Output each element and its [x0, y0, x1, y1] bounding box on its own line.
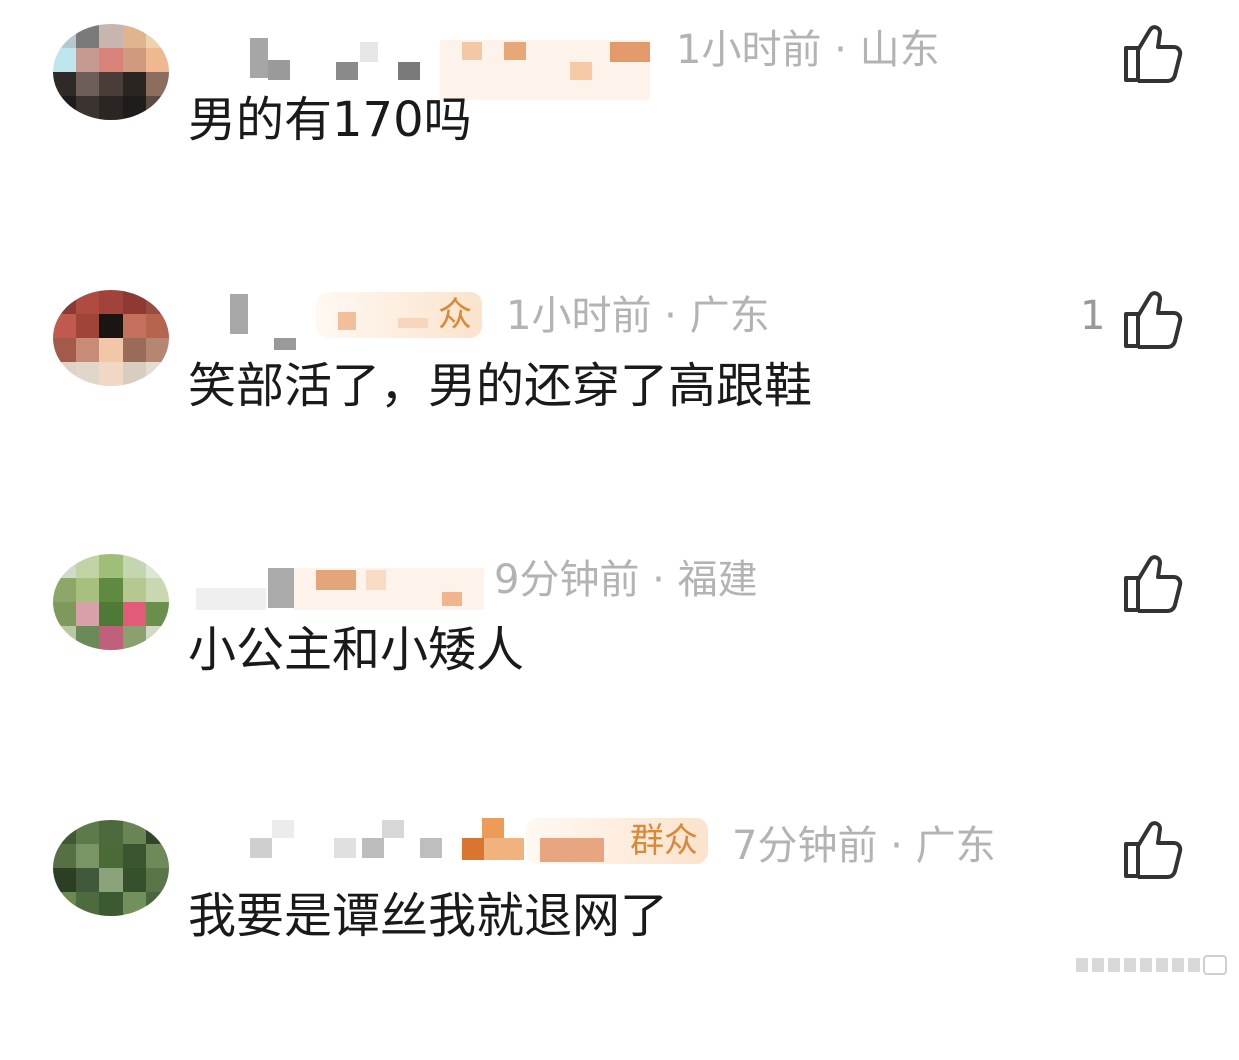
username-obscured[interactable]: [196, 550, 486, 620]
comment-time: 1小时前: [506, 293, 652, 339]
comment-text: 笑部活了，男的还穿了高跟鞋: [188, 358, 813, 414]
comment-time: 7分钟前: [732, 823, 878, 869]
thumbs-up-icon[interactable]: [1120, 22, 1184, 84]
comment-meta: 1小时前 · 山东: [676, 20, 940, 80]
comment-time: 1小时前: [676, 27, 822, 73]
comment-location: 广东: [915, 823, 996, 869]
comment-location: 山东: [859, 27, 940, 73]
comment-item: 众 1小时前 · 广东 1 笑部活了，男的还穿了高跟鞋: [0, 266, 1239, 530]
username-obscured[interactable]: 群众: [230, 814, 710, 884]
comment-text: 小公主和小矮人: [188, 622, 525, 678]
comment-item: 1小时前 · 山东 男的有170吗: [0, 0, 1239, 264]
meta-separator: ·: [652, 557, 665, 603]
username-obscured[interactable]: [240, 20, 660, 100]
like-count: 1: [1080, 293, 1106, 339]
thumbs-up-icon[interactable]: [1120, 288, 1184, 350]
comment-meta: 7分钟前 · 广东: [732, 816, 996, 876]
comment-meta: 9分钟前 · 福建: [494, 550, 758, 610]
comment-text: 我要是谭丝我就退网了: [188, 888, 669, 944]
thumbs-up-icon[interactable]: [1120, 818, 1184, 880]
meta-separator: ·: [664, 293, 677, 339]
comment-meta: 1小时前 · 广东: [506, 286, 770, 346]
avatar[interactable]: [53, 554, 169, 650]
watermark-logo: [1076, 955, 1227, 975]
avatar[interactable]: [53, 290, 169, 386]
avatar[interactable]: [53, 24, 169, 120]
meta-separator: ·: [834, 27, 847, 73]
comment-time: 9分钟前: [494, 557, 640, 603]
comment-item: 群众 7分钟前 · 广东 我要是谭丝我就退网了: [0, 796, 1239, 1060]
comment-location: 广东: [689, 293, 770, 339]
thumbs-up-icon[interactable]: [1120, 552, 1184, 614]
user-badge: 群众: [526, 818, 708, 864]
username-obscured[interactable]: 众: [220, 286, 490, 356]
comment-location: 福建: [677, 557, 758, 603]
comment-item: 9分钟前 · 福建 小公主和小矮人: [0, 530, 1239, 794]
comment-text: 男的有170吗: [188, 92, 472, 148]
avatar[interactable]: [53, 820, 169, 916]
meta-separator: ·: [890, 823, 903, 869]
user-badge: 众: [316, 292, 482, 338]
